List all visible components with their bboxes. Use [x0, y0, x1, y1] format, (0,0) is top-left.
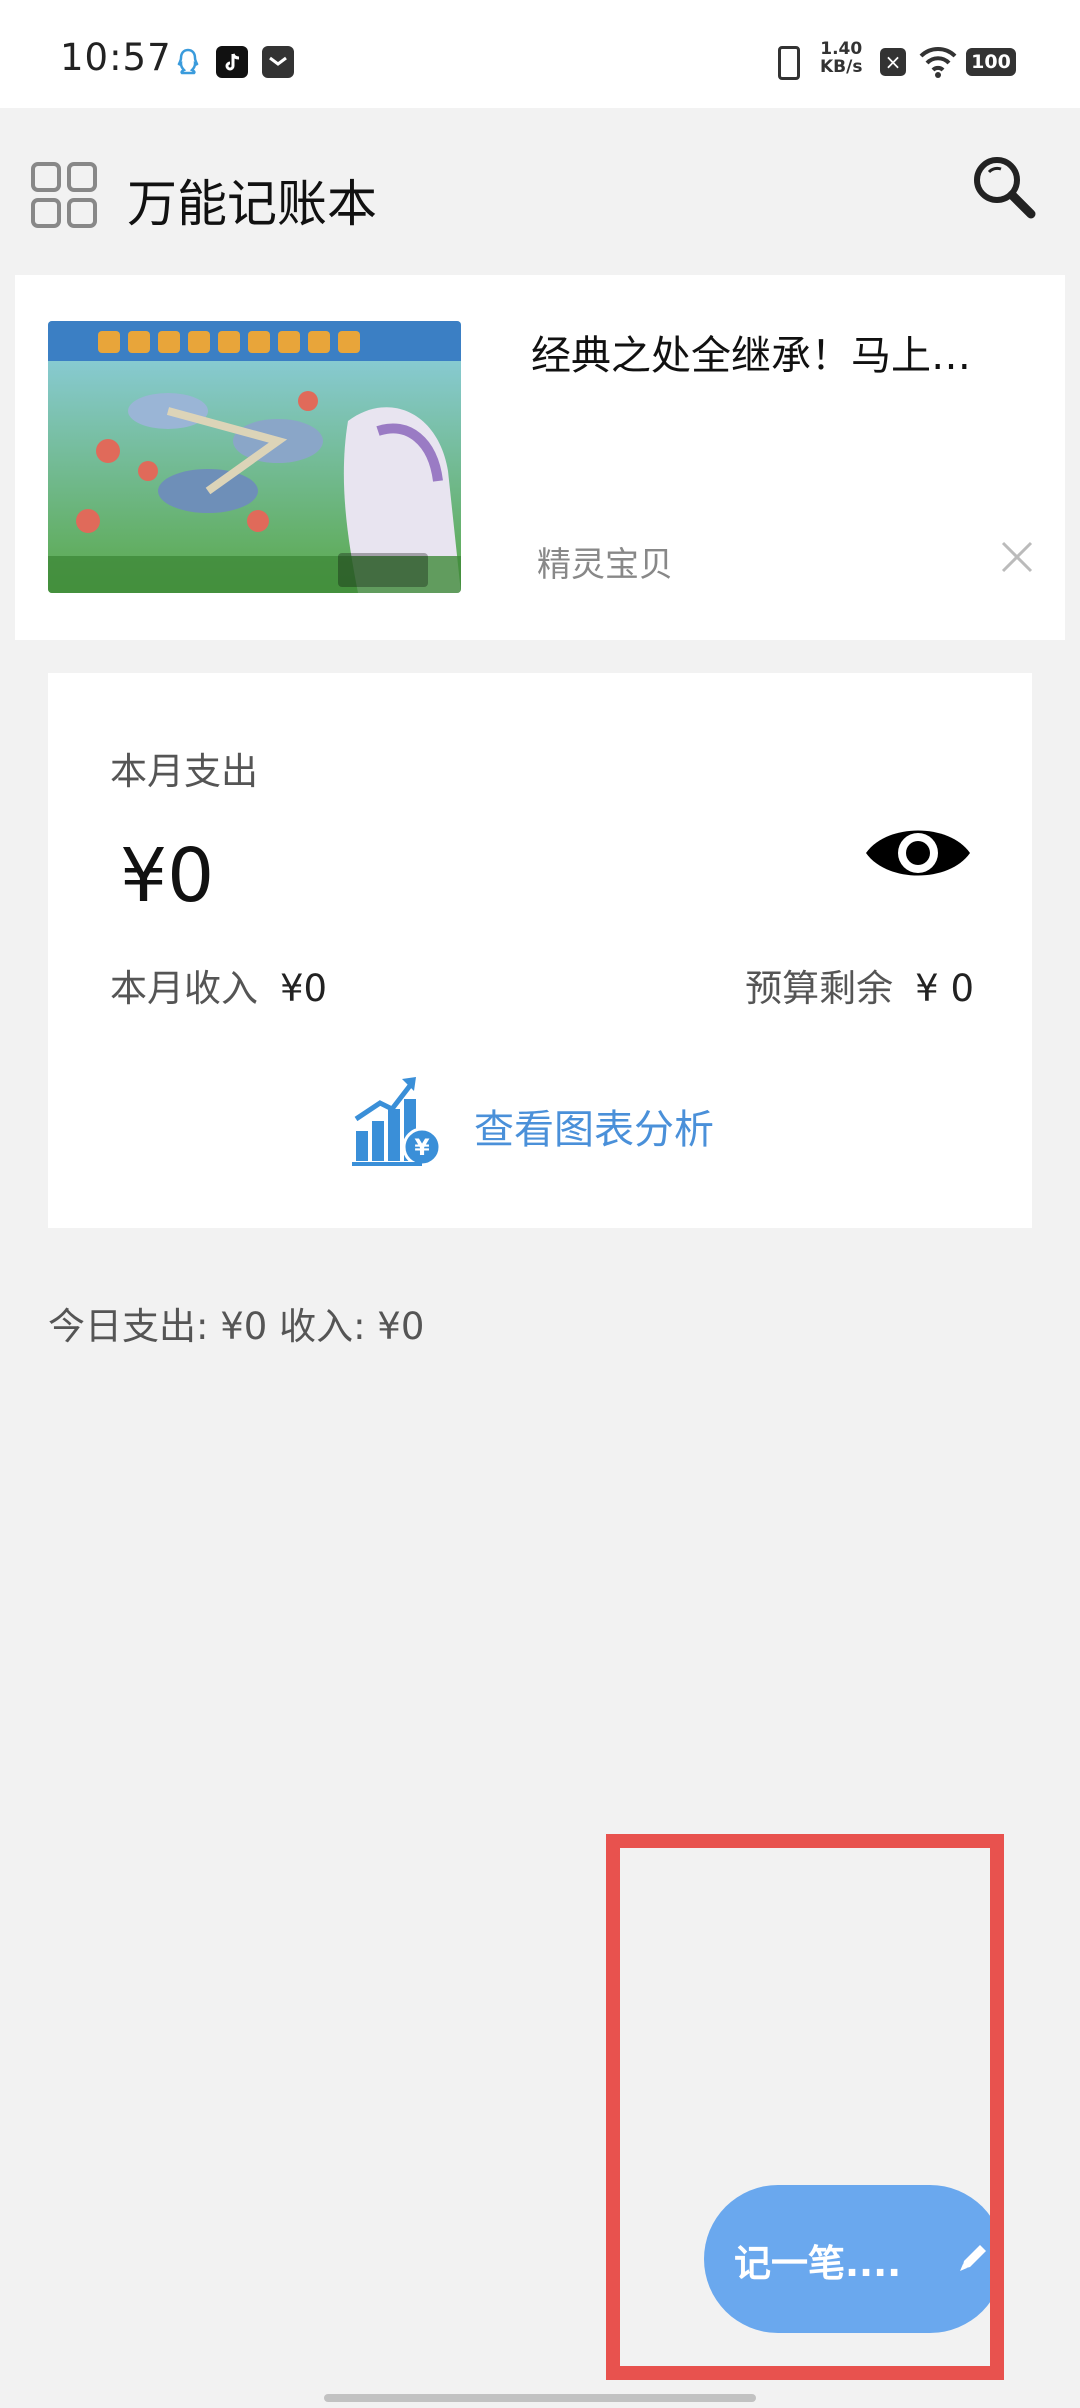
svg-text:¥: ¥: [414, 1136, 430, 1161]
network-speed: 1.40 KB/s: [820, 40, 862, 76]
add-record-button[interactable]: 记一笔....: [704, 2185, 1004, 2333]
budget-remaining: 预算剩余 ¥ 0: [745, 958, 974, 1012]
ad-image[interactable]: [48, 321, 461, 593]
close-icon[interactable]: [997, 537, 1037, 577]
no-sim-icon: ×: [880, 48, 906, 76]
network-speed-unit: KB/s: [820, 57, 863, 77]
network-speed-value: 1.40: [820, 39, 863, 59]
month-income: 本月收入 ¥0: [110, 958, 327, 1012]
pencil-icon: [954, 2237, 994, 2277]
today-summary: 今日支出: ¥0 收入: ¥0: [48, 1305, 425, 1348]
budget-value: ¥ 0: [915, 967, 974, 1010]
monthly-summary-card: 本月支出 ¥0 本月收入 ¥0 预算剩余 ¥ 0 ¥ 查看图表分析: [48, 673, 1032, 1228]
qq-notification-icon: [172, 46, 204, 78]
search-icon[interactable]: [969, 152, 1039, 222]
vibrate-icon: [778, 46, 800, 80]
battery-icon: 100: [966, 48, 1016, 76]
eye-icon[interactable]: [862, 818, 974, 888]
month-expense-label: 本月支出: [110, 750, 258, 793]
tiktok-notification-icon: [216, 46, 248, 78]
ad-source: 精灵宝贝: [537, 545, 673, 585]
app-header: 万能记账本: [15, 122, 1065, 272]
status-time: 10:57: [60, 36, 172, 79]
home-indicator[interactable]: [324, 2394, 756, 2402]
ad-title[interactable]: 经典之处全继承！马上…: [531, 323, 1051, 381]
chart-analysis-icon: ¥: [352, 1069, 444, 1169]
app-title: 万能记账本: [127, 175, 377, 233]
chart-link-label: 查看图表分析: [474, 1107, 714, 1153]
budget-label: 预算剩余: [745, 967, 894, 1010]
ad-banner[interactable]: 经典之处全继承！马上… 精灵宝贝: [15, 275, 1065, 640]
message-notification-icon: [262, 46, 294, 78]
wifi-icon: [918, 44, 958, 80]
month-income-value: ¥0: [280, 967, 328, 1010]
month-income-label: 本月收入: [110, 967, 258, 1010]
add-record-label: 记一笔....: [734, 2242, 902, 2285]
month-expense-value: ¥0: [120, 833, 215, 919]
screen: 10:57 1.40 KB/s × 100 万能记账本 经典之处全继承！马上… …: [0, 0, 1080, 2408]
status-bar: 10:57 1.40 KB/s × 100: [0, 0, 1080, 108]
menu-grid-icon[interactable]: [29, 160, 99, 230]
